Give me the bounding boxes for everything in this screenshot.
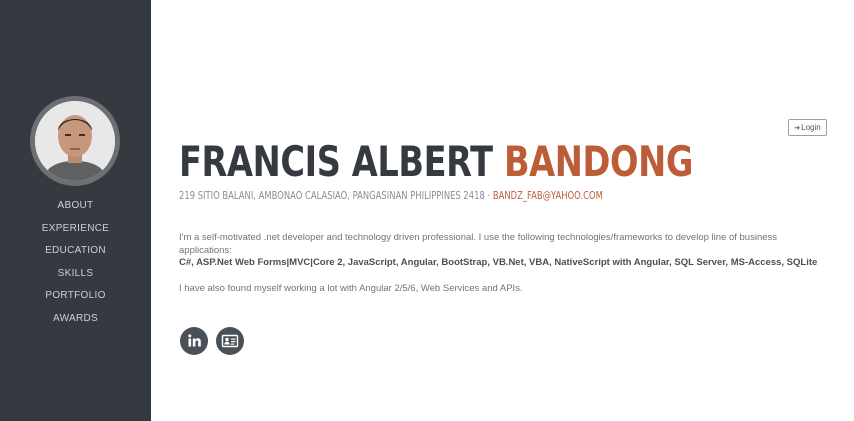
sign-in-icon: ➔ bbox=[794, 125, 801, 132]
id-card-button[interactable] bbox=[216, 327, 244, 355]
nav-awards[interactable]: AWARDS bbox=[0, 313, 151, 325]
linkedin-icon bbox=[188, 334, 201, 347]
email-link[interactable]: BANDZ_FAB@YAHOO.COM bbox=[493, 190, 603, 202]
page-title: FRANCIS ALBERT BANDONG bbox=[179, 136, 693, 188]
login-label: Login bbox=[801, 123, 821, 132]
technologies-text: C#, ASP.Net Web Forms|MVC|Core 2, JavaSc… bbox=[179, 257, 818, 268]
nav-skills[interactable]: SKILLS bbox=[0, 268, 151, 280]
nav-experience[interactable]: EXPERIENCE bbox=[0, 223, 151, 235]
nav-portfolio[interactable]: PORTFOLIO bbox=[0, 290, 151, 302]
profile-photo-frame bbox=[30, 96, 120, 186]
extra-text: I have also found myself working a lot w… bbox=[179, 282, 523, 294]
login-button[interactable]: ➔Login bbox=[788, 119, 827, 136]
nav-education[interactable]: EDUCATION bbox=[0, 245, 151, 257]
sidebar: ABOUT EXPERIENCE EDUCATION SKILLS PORTFO… bbox=[0, 0, 151, 421]
id-card-icon bbox=[221, 334, 239, 348]
sidebar-nav: ABOUT EXPERIENCE EDUCATION SKILLS PORTFO… bbox=[0, 200, 151, 336]
address: 219 SITIO BALANI, AMBONAO CALASIAO, PANG… bbox=[179, 190, 493, 202]
intro-text: I'm a self-motivated .net developer and … bbox=[179, 232, 778, 256]
first-name: FRANCIS ALBERT bbox=[179, 137, 493, 186]
nav-about[interactable]: ABOUT bbox=[0, 200, 151, 212]
about-text: I'm a self-motivated .net developer and … bbox=[179, 232, 819, 295]
contact-line: 219 SITIO BALANI, AMBONAO CALASIAO, PANG… bbox=[179, 189, 603, 203]
last-name: BANDONG bbox=[503, 137, 694, 186]
avatar bbox=[35, 101, 115, 181]
linkedin-button[interactable] bbox=[180, 327, 208, 355]
